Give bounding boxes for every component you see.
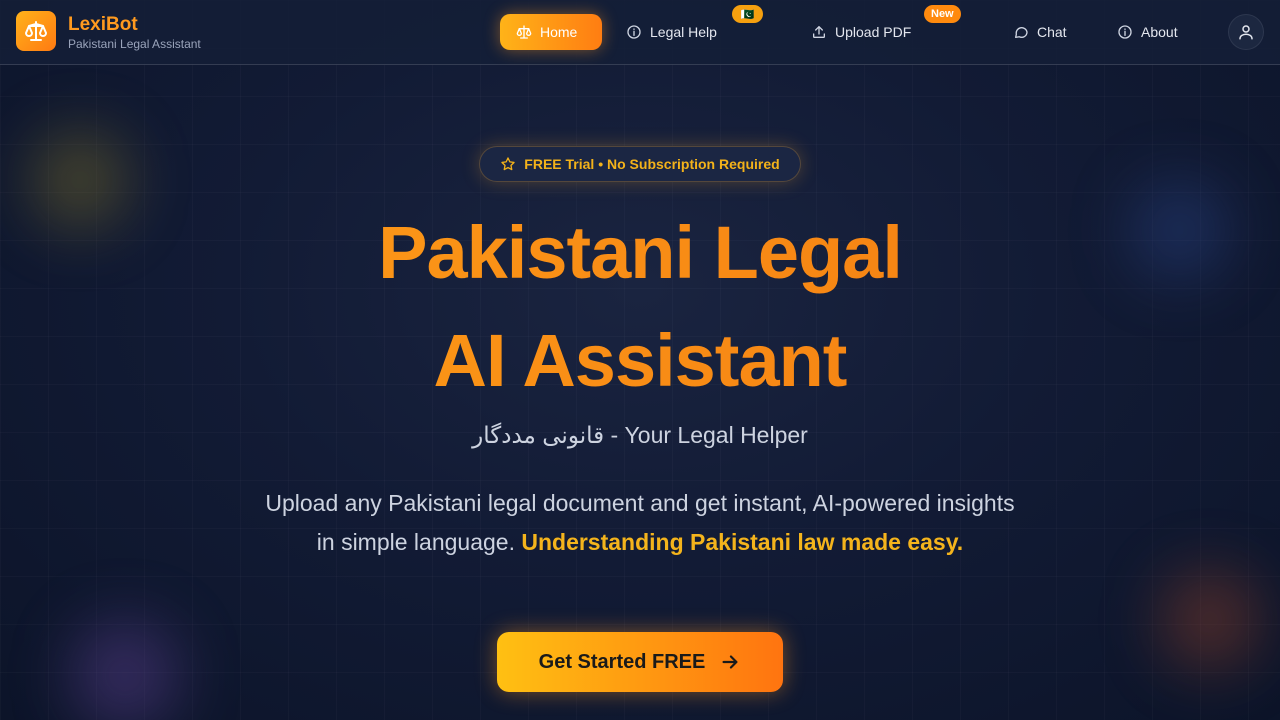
description-highlight: Understanding Pakistani law made easy. bbox=[521, 529, 964, 555]
star-icon bbox=[501, 157, 515, 171]
scales-icon bbox=[516, 25, 532, 39]
logo[interactable] bbox=[16, 11, 56, 51]
scales-icon bbox=[25, 21, 47, 41]
get-started-label: Get Started FREE bbox=[538, 650, 706, 673]
nav-about[interactable]: About bbox=[1101, 14, 1194, 50]
nav-legal-help-label: Legal Help bbox=[650, 24, 717, 40]
nav-chat-label: Chat bbox=[1037, 24, 1067, 40]
free-trial-text: FREE Trial • No Subscription Required bbox=[524, 156, 780, 172]
glow-decoration bbox=[70, 620, 180, 720]
user-icon bbox=[1239, 25, 1253, 40]
hero-headline-line2: AI Assistant bbox=[0, 318, 1280, 403]
pakistan-flag-badge: 🇵🇰 bbox=[732, 5, 763, 23]
arrow-right-icon bbox=[722, 655, 738, 669]
hero-description: Upload any Pakistani legal document and … bbox=[260, 484, 1020, 562]
profile-button[interactable] bbox=[1228, 14, 1264, 50]
nav-legal-help[interactable]: Legal Help bbox=[610, 14, 733, 50]
nav-chat[interactable]: Chat bbox=[997, 14, 1083, 50]
info-icon bbox=[627, 25, 641, 39]
free-trial-pill: FREE Trial • No Subscription Required bbox=[479, 146, 801, 182]
nav-upload-pdf[interactable]: Upload PDF bbox=[795, 14, 927, 50]
upload-icon bbox=[813, 26, 825, 38]
glow-decoration bbox=[1160, 570, 1260, 670]
hero-subtitle: قانونی مددگار - Your Legal Helper bbox=[472, 422, 808, 448]
chat-bubble-icon bbox=[1015, 27, 1028, 38]
hero-headline-line1: Pakistani Legal bbox=[0, 210, 1280, 295]
info-icon bbox=[1118, 25, 1132, 39]
get-started-button[interactable]: Get Started FREE bbox=[497, 632, 783, 692]
nav-about-label: About bbox=[1141, 24, 1178, 40]
nav-upload-pdf-label: Upload PDF bbox=[835, 24, 912, 40]
new-badge: New bbox=[924, 5, 961, 23]
brand-name[interactable]: LexiBot bbox=[68, 14, 138, 36]
brand-tagline: Pakistani Legal Assistant bbox=[68, 37, 201, 51]
top-navbar: LexiBot Pakistani Legal Assistant Home L… bbox=[0, 0, 1280, 65]
nav-home-label: Home bbox=[540, 24, 578, 40]
nav-home[interactable]: Home bbox=[500, 14, 602, 50]
